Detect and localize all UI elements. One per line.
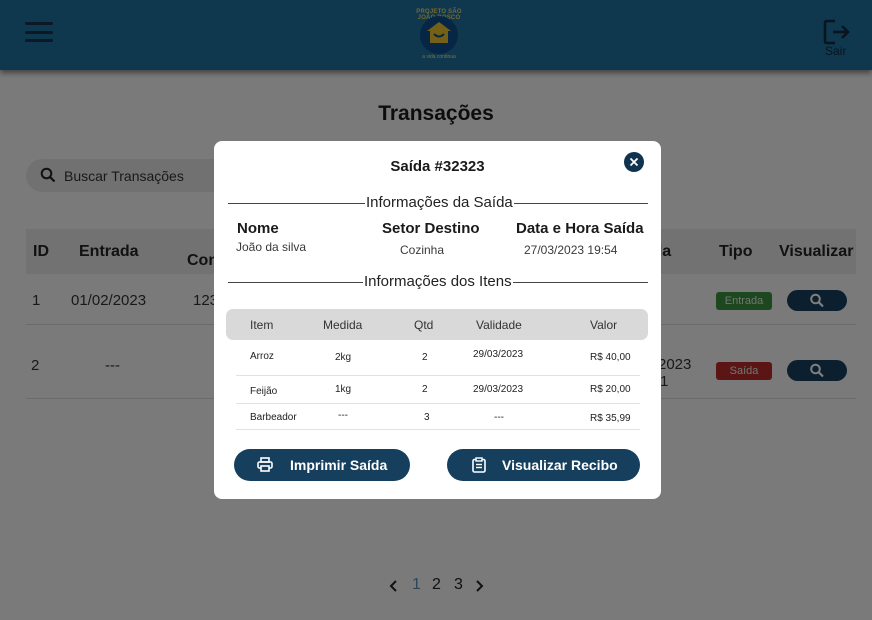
section-title-info: Informações da Saída [365, 194, 514, 211]
datetime-value: 27/03/2023 19:54 [524, 243, 618, 257]
item-value: R$ 40,00 [590, 352, 631, 363]
item-expiry: --- [494, 412, 504, 423]
item-expiry: 29/03/2023 [473, 384, 524, 395]
items-col-validade: Validade [476, 318, 522, 332]
sector-label: Setor Destino [382, 220, 480, 237]
item-name: Barbeador [250, 412, 297, 423]
item-name: Arroz [250, 351, 274, 362]
close-button[interactable] [624, 152, 644, 172]
clipboard-icon [472, 457, 486, 473]
view-receipt-button[interactable]: Visualizar Recibo [447, 449, 640, 481]
items-col-medida: Medida [323, 318, 363, 332]
item-value: R$ 20,00 [590, 384, 631, 395]
printer-icon [257, 457, 273, 472]
view-receipt-label: Visualizar Recibo [502, 457, 618, 473]
modal-title: Saída #32323 [390, 158, 485, 175]
close-icon [629, 157, 639, 167]
print-exit-label: Imprimir Saída [290, 457, 388, 473]
sector-value: Cozinha [400, 243, 445, 257]
item-qty: 3 [424, 412, 430, 423]
item-divider [236, 403, 640, 404]
item-divider [236, 375, 640, 376]
item-name: Feijão [250, 386, 278, 397]
item-measure: --- [338, 410, 348, 421]
items-col-qtd: Qtd [414, 318, 434, 332]
datetime-label: Data e Hora Saída [516, 220, 644, 237]
print-exit-button[interactable]: Imprimir Saída [234, 449, 410, 481]
item-value: R$ 35,99 [590, 413, 631, 424]
exit-detail-modal: Saída #32323 Informações da Saída Nome J… [214, 141, 661, 499]
item-qty: 2 [422, 384, 428, 395]
item-expiry: 29/03/2023 [473, 349, 524, 360]
item-measure: 2kg [335, 352, 352, 363]
item-measure: 1kg [335, 384, 352, 395]
items-table-header: Item Medida Qtd Validade Valor [226, 309, 648, 340]
section-title-items: Informações dos Itens [363, 273, 513, 290]
name-value: João da silva [236, 240, 307, 254]
items-col-item: Item [250, 318, 274, 332]
items-col-valor: Valor [590, 318, 618, 332]
name-label: Nome [237, 220, 279, 237]
item-divider [236, 429, 640, 430]
item-qty: 2 [422, 352, 428, 363]
